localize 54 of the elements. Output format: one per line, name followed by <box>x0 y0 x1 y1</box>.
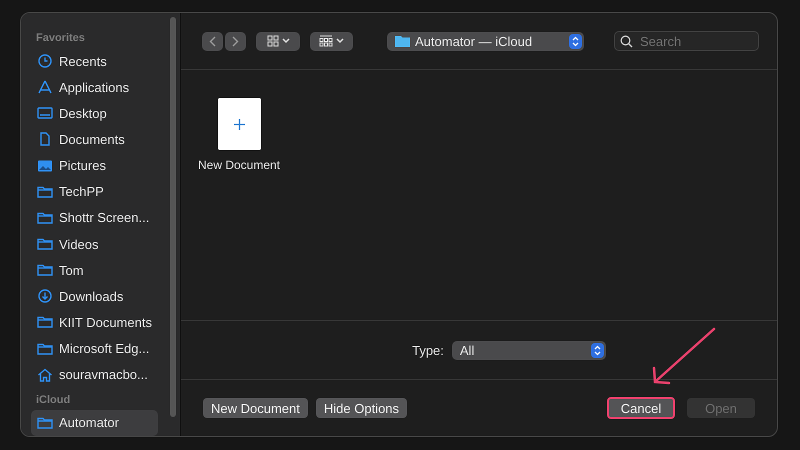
forward-button[interactable] <box>225 32 246 50</box>
sidebar-item[interactable]: Shottr Screen... <box>31 204 158 231</box>
icon-view-button[interactable] <box>256 32 300 50</box>
folder-icon <box>37 184 53 199</box>
sidebar-item[interactable]: Videos <box>31 230 158 258</box>
option-button[interactable]: Hide Options <box>316 398 408 418</box>
sidebar-item[interactable]: Microsoft Edg... <box>31 336 158 362</box>
home-icon <box>37 368 53 382</box>
plus-icon <box>234 118 244 130</box>
grid-icon <box>266 35 278 47</box>
picture-icon <box>37 158 53 173</box>
download-icon <box>37 289 53 304</box>
type-popup[interactable]: All <box>452 340 606 360</box>
option-button[interactable]: New Document <box>203 398 308 418</box>
search-field[interactable]: Search <box>614 31 759 51</box>
sidebar-section-title: iCloud <box>35 392 72 408</box>
chevron-right-icon <box>232 36 239 46</box>
folder-icon <box>37 315 53 330</box>
document-thumbnail[interactable] <box>218 98 260 150</box>
sidebar-item[interactable]: Downloads <box>31 283 158 310</box>
apps-icon <box>37 80 53 94</box>
sidebar-item[interactable]: Recents <box>31 48 158 74</box>
sidebar-item[interactable]: KIIT Documents <box>31 309 158 336</box>
sidebar-item[interactable]: Applications <box>31 74 158 100</box>
location-popup[interactable]: Automator — iCloud <box>387 32 584 50</box>
stepper-icon <box>590 342 604 358</box>
folder-icon <box>37 263 53 278</box>
scrollbar[interactable] <box>170 17 176 417</box>
sidebar-item[interactable]: souravmacbo... <box>31 362 158 388</box>
stepper-icon <box>569 34 582 48</box>
folder-icon <box>37 210 53 225</box>
desktop-icon <box>37 106 53 120</box>
chevron-down-icon <box>282 38 290 44</box>
file-name: New Document <box>198 158 280 172</box>
back-button[interactable] <box>202 32 223 50</box>
dialog-button[interactable]: Cancel <box>607 397 675 419</box>
sidebar-item[interactable]: TechPP <box>31 178 158 205</box>
folder-icon <box>395 35 410 47</box>
sidebar-item[interactable]: Automator <box>31 410 158 436</box>
sidebar-item[interactable]: Documents <box>31 126 158 153</box>
sidebar-item[interactable]: Tom <box>31 257 158 284</box>
search-icon <box>620 34 633 48</box>
group-view-button[interactable] <box>310 32 353 50</box>
sidebar-item[interactable]: Pictures <box>31 152 158 179</box>
folder-icon <box>37 237 53 252</box>
clock-icon <box>37 54 53 68</box>
type-label: Type: <box>412 342 444 358</box>
folder-icon <box>37 416 53 430</box>
folder-icon <box>37 342 53 356</box>
grouped-grid-icon <box>319 35 333 47</box>
sidebar-section-title: Favorites <box>35 31 86 46</box>
chevron-left-icon <box>209 36 216 46</box>
chevron-down-icon <box>336 38 344 44</box>
sidebar-item[interactable]: Desktop <box>31 100 158 126</box>
